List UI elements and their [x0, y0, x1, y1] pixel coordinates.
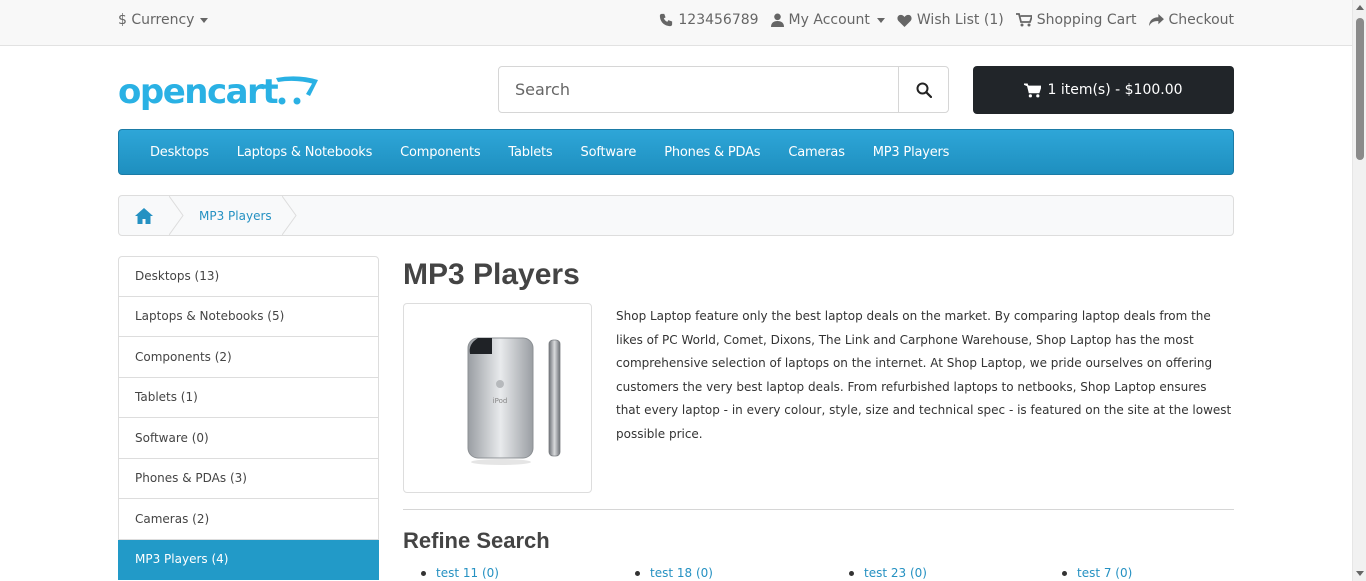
cart-summary: 1 item(s) - $100.00	[1047, 82, 1183, 98]
breadcrumb-mp3-players[interactable]: MP3 Players	[189, 209, 282, 223]
page-scrollbar[interactable]	[1352, 0, 1366, 581]
menu-item-cameras[interactable]: Cameras	[774, 145, 858, 160]
menu-item-phones-pdas[interactable]: Phones & PDAs	[650, 145, 774, 160]
breadcrumb-home[interactable]	[119, 196, 169, 235]
menu-item-laptops-notebooks[interactable]: Laptops & Notebooks	[223, 145, 386, 160]
my-account-label: My Account	[788, 12, 870, 28]
refine-item-label: test 18 (0)	[650, 566, 713, 580]
chevron-down-icon	[876, 17, 885, 23]
refine-search-list: test 11 (0) test 18 (0) test 23 (0) test…	[0, 566, 1366, 581]
wish-list-label: Wish List (1)	[916, 12, 1004, 28]
opencart-logo[interactable]: opencart	[118, 70, 318, 114]
sidebar-item-cameras[interactable]: Cameras (2)	[118, 499, 379, 540]
shopping-cart-label: Shopping Cart	[1036, 12, 1137, 28]
refine-item-label: test 7 (0)	[1077, 566, 1133, 580]
checkout-link[interactable]: Checkout	[1148, 12, 1235, 28]
logo-text: opencart	[118, 72, 278, 112]
bullet-icon	[421, 570, 426, 576]
refine-item[interactable]: test 7 (0)	[1062, 566, 1132, 580]
chevron-down-icon	[200, 17, 209, 23]
page-title: MP3 Players	[403, 258, 580, 291]
menu-item-software[interactable]: Software	[567, 145, 651, 160]
top-bar: $ Currency 123456789 My Account Wish Lis…	[0, 0, 1352, 46]
wish-list-link[interactable]: Wish List (1)	[897, 12, 1004, 28]
user-icon	[770, 13, 784, 27]
refine-item[interactable]: test 18 (0)	[635, 566, 713, 580]
menu-item-components[interactable]: Components	[386, 145, 494, 160]
menu-item-tablets[interactable]: Tablets	[494, 145, 566, 160]
scroll-down-icon[interactable]	[1356, 571, 1364, 576]
category-image: iPod	[403, 303, 592, 493]
currency-label: $ Currency	[118, 12, 195, 28]
sidebar-item-desktops[interactable]: Desktops (13)	[118, 256, 379, 297]
category-sidebar: Desktops (13) Laptops & Notebooks (5) Co…	[118, 256, 379, 580]
refine-item[interactable]: test 11 (0)	[421, 566, 499, 580]
breadcrumb-separator	[281, 196, 297, 235]
cart-icon	[1024, 82, 1042, 97]
breadcrumb-separator	[169, 196, 184, 235]
refine-search-heading: Refine Search	[403, 528, 550, 553]
sidebar-item-software[interactable]: Software (0)	[118, 418, 379, 459]
shopping-cart-link[interactable]: Shopping Cart	[1015, 12, 1137, 28]
category-description: Shop Laptop feature only the best laptop…	[616, 309, 1232, 441]
search-icon	[916, 82, 932, 98]
my-account-dropdown[interactable]: My Account	[770, 12, 885, 28]
bullet-icon	[1062, 570, 1067, 576]
refine-item-label: test 11 (0)	[436, 566, 499, 580]
divider	[403, 509, 1234, 510]
menu-item-mp3-players[interactable]: MP3 Players	[859, 145, 964, 160]
sidebar-item-phones-pdas[interactable]: Phones & PDAs (3)	[118, 458, 379, 499]
heart-icon	[897, 14, 912, 27]
main-menu: Desktops Laptops & Notebooks Components …	[118, 129, 1234, 175]
checkout-label: Checkout	[1168, 12, 1235, 28]
bullet-icon	[849, 570, 854, 576]
phone-icon	[660, 13, 673, 27]
scroll-up-icon[interactable]	[1356, 5, 1364, 10]
sidebar-item-laptops-notebooks[interactable]: Laptops & Notebooks (5)	[118, 296, 379, 337]
cart-icon	[1015, 13, 1032, 27]
currency-dropdown[interactable]: $ Currency	[118, 12, 209, 28]
search-button[interactable]	[898, 67, 948, 112]
bullet-icon	[635, 570, 640, 576]
search-bar	[498, 66, 949, 113]
home-icon	[135, 207, 153, 224]
scrollbar-thumb[interactable]	[1356, 18, 1364, 160]
share-icon	[1148, 13, 1164, 26]
sidebar-item-tablets[interactable]: Tablets (1)	[118, 377, 379, 418]
search-input[interactable]	[499, 67, 898, 112]
refine-item[interactable]: test 23 (0)	[849, 566, 927, 580]
phone-link[interactable]: 123456789	[659, 12, 759, 28]
menu-item-desktops[interactable]: Desktops	[136, 145, 223, 160]
sidebar-item-components[interactable]: Components (2)	[118, 337, 379, 378]
refine-item-label: test 23 (0)	[864, 566, 927, 580]
ipod-label: iPod	[493, 397, 508, 405]
cart-button[interactable]: 1 item(s) - $100.00	[973, 66, 1234, 114]
breadcrumb: MP3 Players	[118, 195, 1234, 236]
phone-number: 123456789	[678, 12, 759, 28]
